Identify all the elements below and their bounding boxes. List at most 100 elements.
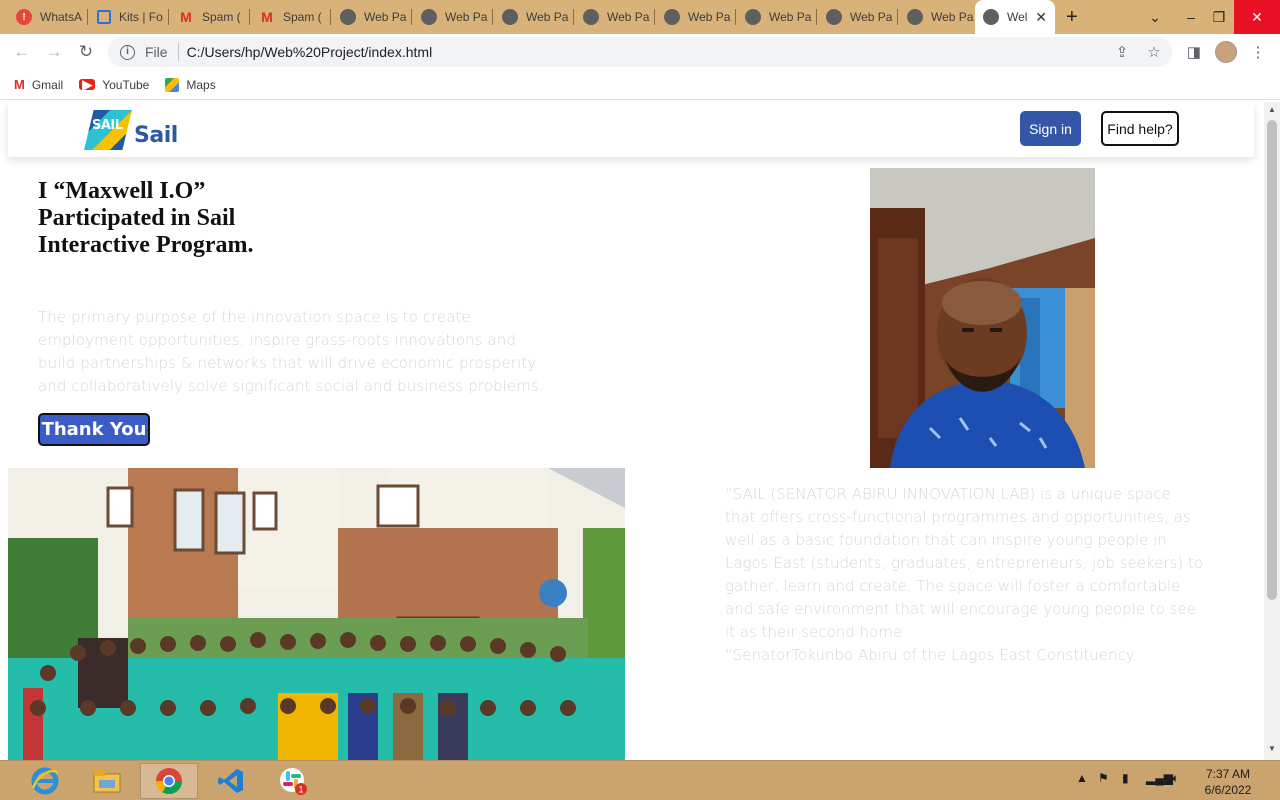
globe-icon xyxy=(983,9,999,25)
quote-block: “SAIL (SENATOR ABIRU INNOVATION LAB) is … xyxy=(725,483,1205,667)
tab-label: Wel xyxy=(1007,10,1028,24)
system-clock[interactable]: 7:37 AM 6/6/2022 xyxy=(1198,766,1258,798)
scroll-up-icon[interactable]: ▲ xyxy=(1268,105,1276,114)
gmail-icon: M xyxy=(261,9,273,25)
scroll-down-icon[interactable]: ▼ xyxy=(1268,744,1276,753)
globe-icon xyxy=(745,9,761,25)
tab-label: Web Pa xyxy=(364,10,407,24)
participant-photo xyxy=(870,168,1095,468)
scrollbar-thumb[interactable] xyxy=(1267,120,1277,600)
tab-active-web-page[interactable]: Wel ✕ xyxy=(975,0,1055,34)
tab-web-page[interactable]: Web Pa xyxy=(575,4,655,30)
find-help-button[interactable]: Find help? xyxy=(1101,111,1179,146)
chrome-icon[interactable] xyxy=(140,763,198,799)
tab-spam-2[interactable]: M Spam ( xyxy=(251,4,331,30)
tab-label: Web Pa xyxy=(607,10,650,24)
tab-label: Web Pa xyxy=(445,10,488,24)
bookmark-label: YouTube xyxy=(102,77,150,92)
tab-web-page[interactable]: Web Pa xyxy=(413,4,493,30)
tab-web-page[interactable]: Web Pa xyxy=(494,4,574,30)
back-arrow-icon[interactable]: ← xyxy=(10,40,34,64)
volume-icon[interactable]: 🔈︎ xyxy=(1172,771,1179,786)
maps-icon xyxy=(165,77,180,92)
vscode-icon[interactable] xyxy=(202,763,260,799)
youtube-icon: ▶ xyxy=(79,77,96,92)
thank-you-button[interactable]: Thank You xyxy=(38,413,150,446)
site-header: SAIL Sail Sign in Find help? xyxy=(8,102,1254,157)
menu-kebab-icon[interactable]: ⋮ xyxy=(1246,40,1270,64)
tab-spam-1[interactable]: M Spam ( xyxy=(170,4,250,30)
tab-web-page[interactable]: Web Pa xyxy=(332,4,412,30)
close-window-icon[interactable]: ✕ xyxy=(1234,0,1280,34)
bookmark-youtube[interactable]: ▶ YouTube xyxy=(79,77,150,92)
tab-label: WhatsA xyxy=(40,10,83,24)
tab-web-page[interactable]: Web Pa xyxy=(656,4,736,30)
browser-toolbar: ← → ↻ i File C:/Users/hp/Web%20Project/i… xyxy=(0,34,1280,70)
address-url[interactable]: C:/Users/hp/Web%20Project/index.html xyxy=(187,44,433,60)
action-center-flag-icon[interactable]: ⚑ xyxy=(1098,771,1109,785)
globe-icon xyxy=(664,9,680,25)
file-explorer-icon[interactable] xyxy=(78,763,136,799)
battery-icon[interactable]: ▮ xyxy=(1122,771,1129,785)
tab-search-chevron-icon[interactable]: ⌄ xyxy=(1140,0,1170,34)
tab-label: Web Pa xyxy=(850,10,893,24)
address-scheme-label: File xyxy=(145,44,168,60)
info-icon[interactable]: i xyxy=(120,44,135,60)
tab-label: Spam ( xyxy=(283,10,322,24)
globe-icon xyxy=(502,9,518,25)
quote-text: “SAIL (SENATOR ABIRU INNOVATION LAB) is … xyxy=(725,485,1204,641)
new-tab-button[interactable]: + xyxy=(1066,6,1078,29)
network-signal-icon[interactable]: ▂▄▆ xyxy=(1146,771,1173,785)
restore-icon[interactable]: ❐ xyxy=(1204,0,1234,34)
bookmark-star-icon[interactable]: ☆ xyxy=(1142,40,1166,64)
clock-time: 7:37 AM xyxy=(1205,767,1251,781)
tab-label: Web Pa xyxy=(526,10,569,24)
whatsapp-alert-icon: ! xyxy=(16,9,32,25)
sign-in-button[interactable]: Sign in xyxy=(1020,111,1081,146)
clock-date: 6/6/2022 xyxy=(1204,783,1252,797)
slack-notification-badge: 1 xyxy=(298,785,303,795)
tab-kits[interactable]: Kits | Fo xyxy=(89,4,169,30)
tab-label: Spam ( xyxy=(202,10,241,24)
share-icon[interactable]: ⇪ xyxy=(1110,40,1134,64)
close-tab-icon[interactable]: ✕ xyxy=(1035,9,1047,26)
tab-web-page[interactable]: Web Pa xyxy=(899,4,977,30)
gmail-icon: M xyxy=(14,77,25,92)
bookmark-gmail[interactable]: M Gmail xyxy=(14,77,63,92)
page-scrollbar[interactable]: ▲ ▼ xyxy=(1264,102,1280,760)
globe-icon xyxy=(907,9,923,25)
minimize-icon[interactable]: – xyxy=(1176,0,1206,34)
tab-web-page[interactable]: Web Pa xyxy=(818,4,898,30)
tab-web-page[interactable]: Web Pa xyxy=(737,4,817,30)
tab-whatsapp[interactable]: ! WhatsA xyxy=(8,4,88,30)
forward-arrow-icon[interactable]: → xyxy=(42,40,66,64)
bookmark-maps[interactable]: Maps xyxy=(165,77,216,92)
globe-icon xyxy=(421,9,437,25)
reload-icon[interactable]: ↻ xyxy=(74,40,98,64)
bookmarks-bar: M Gmail ▶ YouTube Maps xyxy=(0,70,1280,100)
kits-flag-icon xyxy=(97,10,111,24)
logo-text[interactable]: Sail xyxy=(134,123,178,148)
address-bar[interactable]: i File C:/Users/hp/Web%20Project/index.h… xyxy=(108,37,1172,67)
tab-label: Kits | Fo xyxy=(119,10,163,24)
hero-description: The primary purpose of the innovation sp… xyxy=(38,308,544,395)
quote-attribution: “SenatorTokunbo Abiru of the Lagos East … xyxy=(725,646,1138,664)
tab-label: Web Pa xyxy=(688,10,731,24)
globe-icon xyxy=(340,9,356,25)
tab-label: Web Pa xyxy=(769,10,812,24)
slack-icon[interactable]: 1 xyxy=(264,763,322,799)
globe-icon xyxy=(583,9,599,25)
tab-strip: ! WhatsA Kits | Fo M Spam ( M Spam ( Web… xyxy=(0,0,1280,34)
tab-label: Web Pa xyxy=(931,10,974,24)
gmail-icon: M xyxy=(180,9,192,25)
bookmark-label: Maps xyxy=(186,77,216,92)
side-panel-icon[interactable]: ◨ xyxy=(1182,40,1206,64)
logo-mark-text: SAIL xyxy=(92,118,123,133)
bookmark-label: Gmail xyxy=(31,77,64,92)
show-hidden-icons-icon[interactable]: ▲ xyxy=(1076,771,1088,785)
hero-title: I “Maxwell I.O” Participated in Sail Int… xyxy=(38,178,254,258)
profile-avatar[interactable] xyxy=(1214,40,1238,64)
windows-taskbar: 1 ▲ ⚑ ▮ ▂▄▆ 🔈︎ 7:37 AM 6/6/2022 xyxy=(0,760,1280,800)
internet-explorer-icon[interactable] xyxy=(16,763,74,799)
page-viewport: SAIL Sail Sign in Find help? I “Maxwell … xyxy=(0,102,1264,760)
